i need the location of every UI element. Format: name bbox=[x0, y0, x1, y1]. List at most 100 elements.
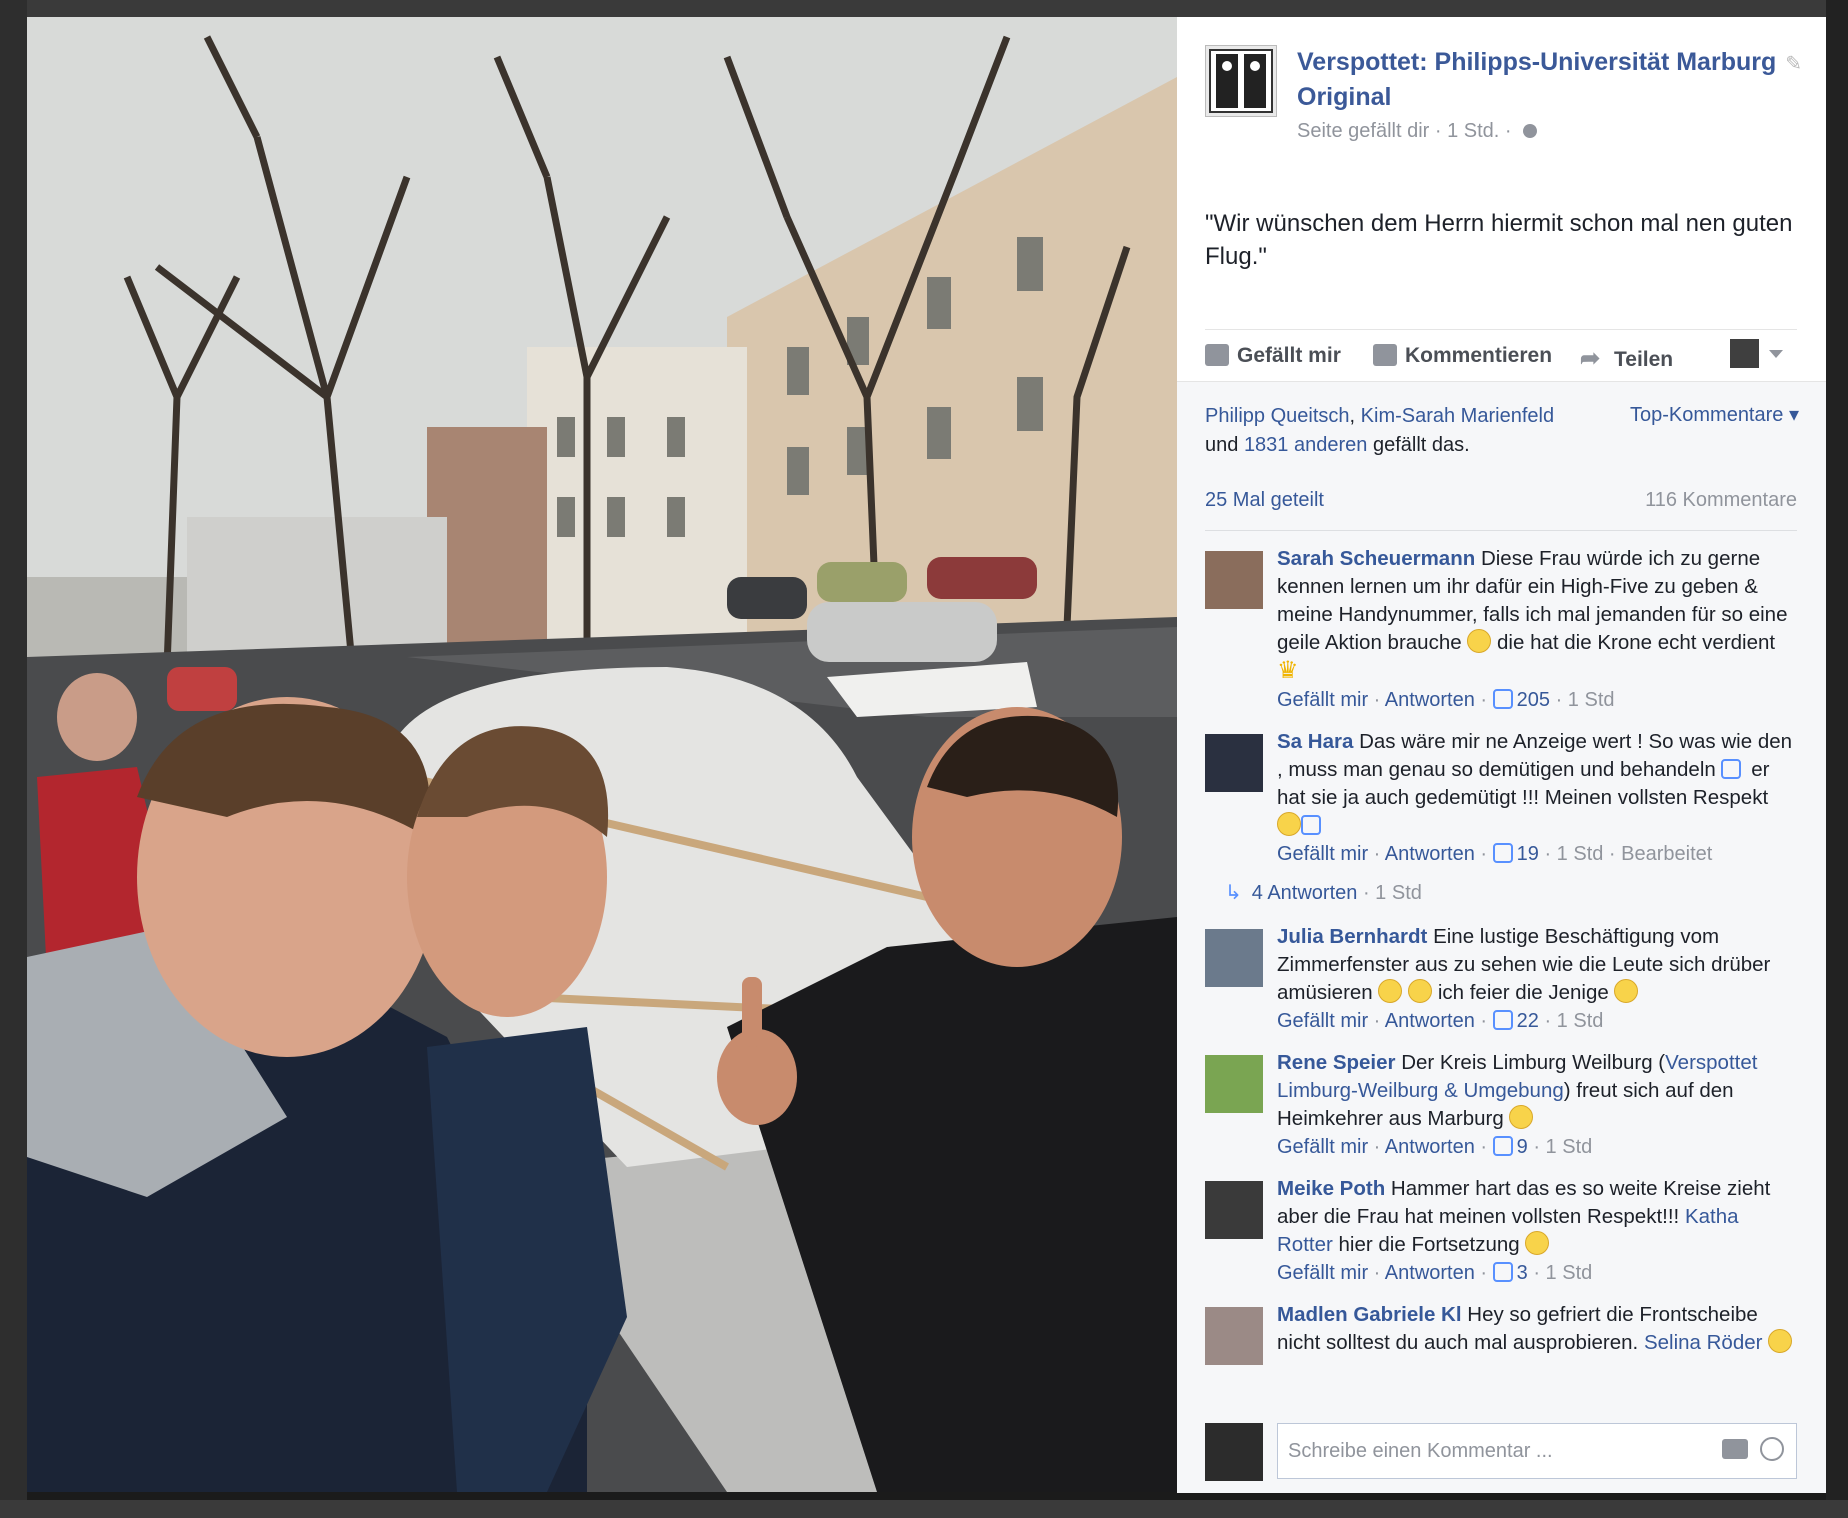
background-page-bottom bbox=[0, 1500, 1848, 1518]
comment-like-link[interactable]: Gefällt mir bbox=[1277, 1136, 1368, 1158]
comment-button[interactable]: Kommentieren bbox=[1373, 344, 1552, 368]
post-sidebar: Verspottet: Philipps-Universität Marburg… bbox=[1177, 17, 1826, 1493]
comment: Sa Hara Das wäre mir ne Anzeige wert ! S… bbox=[1205, 728, 1797, 866]
comment-meta: Gefällt mir · Antworten · 3 · 1 Std bbox=[1277, 1262, 1593, 1284]
comment-reply-link[interactable]: Antworten bbox=[1385, 1262, 1475, 1284]
photo-viewer: Verspottet: Philipps-Universität Marburg… bbox=[27, 17, 1826, 1493]
comment-time[interactable]: 1 Std bbox=[1568, 689, 1615, 711]
comment-meta: Gefällt mir · Antworten · 9 · 1 Std bbox=[1277, 1136, 1593, 1158]
comment-like-link[interactable]: Gefällt mir bbox=[1277, 1262, 1368, 1284]
comment-author-link[interactable]: Sa Hara bbox=[1277, 730, 1353, 753]
comment-input[interactable]: Schreibe einen Kommentar ... bbox=[1277, 1423, 1797, 1479]
comments-count[interactable]: 116 Kommentare bbox=[1645, 489, 1797, 512]
comment-author-link[interactable]: Sarah Scheuermann bbox=[1277, 547, 1475, 570]
avatar[interactable] bbox=[1205, 929, 1263, 987]
laughing-emoji-icon bbox=[1467, 629, 1492, 653]
crown-emoji-icon: ♛ bbox=[1277, 657, 1299, 684]
replies-time: 1 Std bbox=[1375, 882, 1422, 904]
comment-like-count[interactable]: 205 bbox=[1492, 689, 1551, 711]
comment-author-link[interactable]: Julia Bernhardt bbox=[1277, 925, 1427, 948]
page-name-link[interactable]: Verspottet: Philipps-Universität Marburg… bbox=[1297, 45, 1797, 115]
share-button[interactable]: ➦ Teilen bbox=[1580, 344, 1673, 372]
reply-arrow-icon: ↳ bbox=[1225, 882, 1242, 904]
like-count: 3 bbox=[1516, 1262, 1528, 1284]
acting-as-avatar[interactable] bbox=[1730, 339, 1759, 368]
write-comment-area: Schreibe einen Kommentar ... bbox=[1205, 1423, 1797, 1483]
thumbs-up-icon bbox=[1492, 843, 1513, 863]
chevron-down-icon[interactable] bbox=[1769, 350, 1783, 358]
avatar[interactable] bbox=[1205, 551, 1263, 609]
comment-like-count[interactable]: 3 bbox=[1492, 1262, 1528, 1284]
comment: Sarah Scheuermann Diese Frau würde ich z… bbox=[1205, 545, 1797, 712]
comment: Julia Bernhardt Eine lustige Beschäftigu… bbox=[1205, 923, 1797, 1033]
comment-reply-link[interactable]: Antworten bbox=[1385, 689, 1475, 711]
comment-time[interactable]: 1 Std bbox=[1546, 1136, 1593, 1158]
comment-author-link[interactable]: Meike Poth bbox=[1277, 1177, 1385, 1200]
comment-text: Der Kreis Limburg Weilburg ( bbox=[1401, 1051, 1666, 1074]
like-count: 205 bbox=[1516, 689, 1551, 711]
likes-summary: Philipp Queitsch, Kim-Sarah Marienfeld u… bbox=[1205, 402, 1595, 460]
comment-time[interactable]: 1 Std bbox=[1546, 1262, 1593, 1284]
likes-suffix: gefällt das. bbox=[1367, 434, 1470, 456]
comment-like-link[interactable]: Gefällt mir bbox=[1277, 843, 1368, 865]
comment-body: Madlen Gabriele Kl Hey so gefriert die F… bbox=[1277, 1301, 1797, 1357]
view-replies[interactable]: ↳ 4 Antworten · 1 Std bbox=[1205, 880, 1797, 905]
grimace-emoji-icon bbox=[1768, 1329, 1793, 1353]
comment-like-link[interactable]: Gefällt mir bbox=[1277, 1010, 1368, 1032]
thumbs-up-icon bbox=[1492, 1262, 1513, 1282]
comment-author-link[interactable]: Rene Speier bbox=[1277, 1051, 1396, 1074]
liker-link-2[interactable]: Kim-Sarah Marienfeld bbox=[1361, 405, 1554, 427]
comment-like-link[interactable]: Gefällt mir bbox=[1277, 689, 1368, 711]
comment-like-count[interactable]: 9 bbox=[1492, 1136, 1528, 1158]
comment-reply-link[interactable]: Antworten bbox=[1385, 1010, 1475, 1032]
avatar[interactable] bbox=[1205, 1055, 1263, 1113]
comment-text: ich feier die Jenige bbox=[1432, 981, 1615, 1004]
shares-link[interactable]: 25 Mal geteilt bbox=[1205, 489, 1324, 511]
comment-body: Meike Poth Hammer hart das es so weite K… bbox=[1277, 1175, 1797, 1259]
page-avatar[interactable] bbox=[1205, 45, 1277, 117]
comment-body: Sa Hara Das wäre mir ne Anzeige wert ! S… bbox=[1277, 728, 1797, 840]
thumbs-up-icon bbox=[1205, 344, 1229, 366]
comment-input-placeholder: Schreibe einen Kommentar ... bbox=[1288, 1440, 1553, 1462]
comment-text: hier die Fortsetzung bbox=[1332, 1233, 1526, 1256]
thumbs-up-icon bbox=[1721, 759, 1742, 779]
comment-like-count[interactable]: 19 bbox=[1492, 843, 1539, 865]
comment-time[interactable]: 1 Std bbox=[1557, 843, 1604, 865]
background-page-left bbox=[0, 0, 27, 1518]
post-photo[interactable] bbox=[27, 17, 1177, 1492]
comment: Rene Speier Der Kreis Limburg Weilburg (… bbox=[1205, 1049, 1797, 1159]
avatar[interactable] bbox=[1205, 1181, 1263, 1239]
camera-icon[interactable] bbox=[1722, 1439, 1748, 1459]
feedback-area: Philipp Queitsch, Kim-Sarah Marienfeld u… bbox=[1177, 381, 1826, 1493]
emoji-picker-icon[interactable] bbox=[1760, 1437, 1784, 1461]
comment-text: Das wäre mir ne Anzeige wert ! So was wi… bbox=[1277, 730, 1793, 781]
pencil-icon[interactable]: ✎ bbox=[1785, 51, 1802, 76]
thumbs-up-icon bbox=[1301, 815, 1321, 835]
smiley-emoji-icon bbox=[1378, 979, 1403, 1003]
likers-others-link[interactable]: 1831 anderen bbox=[1244, 434, 1367, 456]
avatar[interactable] bbox=[1205, 1307, 1263, 1365]
smiley-emoji-icon bbox=[1509, 1105, 1534, 1129]
comment-time[interactable]: 1 Std bbox=[1557, 1010, 1604, 1032]
share-arrow-icon: ➦ bbox=[1580, 345, 1601, 372]
comment: Meike Poth Hammer hart das es so weite K… bbox=[1205, 1175, 1797, 1285]
comment-meta: Gefällt mir · Antworten · 19 · 1 Std · B… bbox=[1277, 843, 1713, 865]
comment-like-count[interactable]: 22 bbox=[1492, 1010, 1539, 1032]
thumbs-up-icon bbox=[1492, 1010, 1513, 1030]
thumbs-up-icon bbox=[1492, 1136, 1513, 1156]
comment-author-link[interactable]: Madlen Gabriele Kl bbox=[1277, 1303, 1462, 1326]
like-count: 9 bbox=[1516, 1136, 1528, 1158]
liker-link-1[interactable]: Philipp Queitsch bbox=[1205, 405, 1350, 427]
mentioned-user-link[interactable]: Selina Röder bbox=[1644, 1331, 1763, 1354]
comment-reply-link[interactable]: Antworten bbox=[1385, 1136, 1475, 1158]
avatar[interactable] bbox=[1205, 734, 1263, 792]
like-button[interactable]: Gefällt mir bbox=[1205, 344, 1341, 368]
divider bbox=[1205, 530, 1797, 531]
likes-and: und bbox=[1205, 434, 1244, 456]
comment-edited[interactable]: Bearbeitet bbox=[1621, 843, 1712, 865]
comment-sort-dropdown[interactable]: Top-Kommentare ▾ bbox=[1630, 402, 1799, 427]
replies-link[interactable]: 4 Antworten bbox=[1252, 882, 1358, 904]
comment-reply-link[interactable]: Antworten bbox=[1385, 843, 1475, 865]
smiley-emoji-icon bbox=[1408, 979, 1433, 1003]
comment-list[interactable]: Sarah Scheuermann Diese Frau würde ich z… bbox=[1205, 545, 1797, 1405]
